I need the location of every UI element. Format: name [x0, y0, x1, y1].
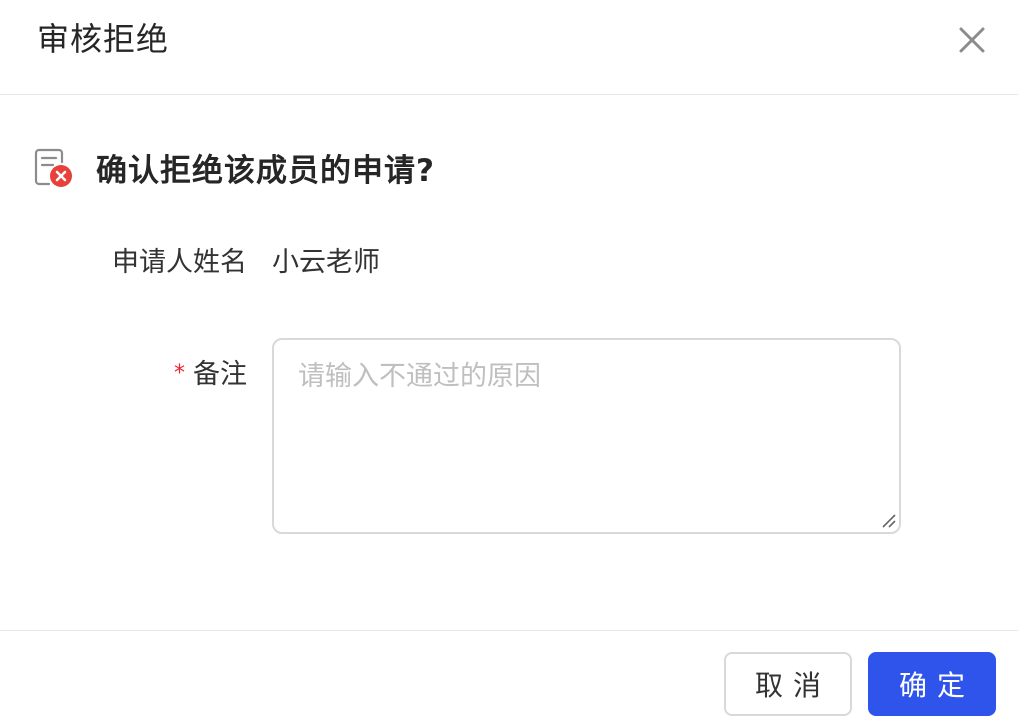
- dialog-header: 审核拒绝: [0, 0, 1018, 95]
- resize-handle-icon[interactable]: [880, 512, 896, 528]
- footer-divider: [0, 630, 1018, 631]
- remark-label-wrap: * 备注: [174, 352, 247, 391]
- applicant-name-label: 申请人姓名: [112, 247, 247, 278]
- remark-textarea[interactable]: [272, 338, 901, 534]
- close-icon: [959, 27, 985, 53]
- confirm-question: 确认拒绝该成员的申请?: [96, 152, 435, 189]
- reject-document-icon: [34, 148, 72, 187]
- confirm-button[interactable]: 确定: [868, 652, 996, 716]
- applicant-name-value: 小云老师: [272, 247, 380, 278]
- required-mark: *: [174, 361, 185, 386]
- remark-label: 备注: [193, 359, 247, 390]
- dialog-title: 审核拒绝: [37, 20, 170, 58]
- cancel-button[interactable]: 取消: [724, 652, 852, 716]
- reject-review-dialog: 审核拒绝 确认拒绝该成员的申请? 申请人姓名 小云老师 * 备注 取消 确定: [0, 0, 1018, 728]
- close-button[interactable]: [950, 18, 994, 62]
- confirm-message: 确认拒绝该成员的申请?: [34, 145, 435, 189]
